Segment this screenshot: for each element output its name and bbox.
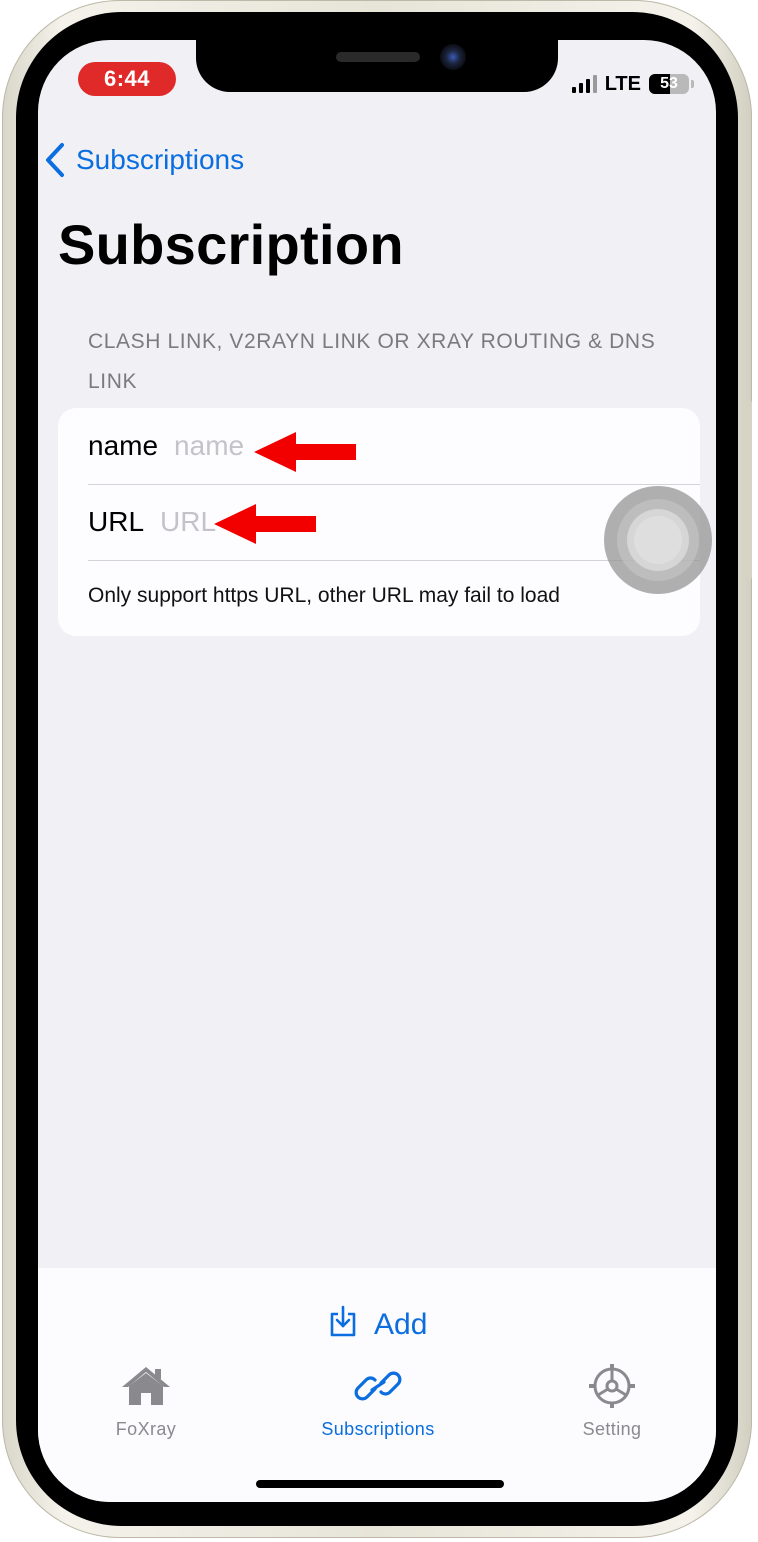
house-icon [120, 1364, 172, 1413]
home-indicator[interactable] [256, 1480, 504, 1488]
tab-label: Setting [582, 1419, 642, 1439]
status-indicators: LTE 53 [571, 72, 694, 96]
name-row: name [88, 408, 700, 485]
notch [196, 40, 558, 92]
tab-foxray[interactable]: FoXray [66, 1364, 226, 1440]
battery-level: 53 [660, 75, 678, 92]
gear-icon [589, 1364, 635, 1413]
front-camera [440, 44, 466, 70]
battery-icon: 53 [649, 74, 689, 94]
annotation-arrow-name-icon [254, 432, 356, 472]
app-screen: 6:44 LTE 53 Subscriptions Subscription C… [38, 40, 716, 1502]
subscription-form: name URL Only support https URL, other U… [58, 408, 700, 636]
add-button[interactable]: Add [328, 1304, 427, 1346]
network-type: LTE [604, 72, 641, 95]
status-time[interactable]: 6:44 [78, 62, 176, 96]
tab-setting[interactable]: Setting [532, 1364, 692, 1440]
tab-label: Subscriptions [321, 1419, 435, 1439]
tab-label: FoXray [115, 1419, 177, 1439]
add-button-label: Add [374, 1308, 428, 1341]
bottom-toolbar: Add FoXray Subscriptions Setting [38, 1268, 716, 1502]
back-button[interactable]: Subscriptions [44, 142, 244, 178]
tab-subscriptions[interactable]: Subscriptions [298, 1364, 458, 1440]
url-help-note: Only support https URL, other URL may fa… [88, 584, 560, 607]
name-label: name [88, 430, 159, 461]
tab-bar: FoXray Subscriptions Setting [38, 1364, 716, 1464]
name-input[interactable] [174, 430, 575, 462]
page-title: Subscription [58, 213, 404, 276]
annotation-arrow-url-icon [214, 504, 316, 544]
back-button-label: Subscriptions [76, 144, 245, 175]
chevron-left-icon [44, 142, 66, 178]
signal-strength-icon [571, 75, 597, 93]
side-button [746, 400, 752, 580]
link-icon [354, 1364, 402, 1413]
assistive-touch-button[interactable] [604, 486, 712, 594]
download-tray-icon [328, 1304, 358, 1346]
speaker-grille [336, 52, 420, 62]
url-label: URL [88, 506, 145, 537]
battery-cap [691, 80, 694, 88]
section-header: CLASH LINK, V2RAYN LINK OR XRAY ROUTING … [88, 330, 656, 393]
